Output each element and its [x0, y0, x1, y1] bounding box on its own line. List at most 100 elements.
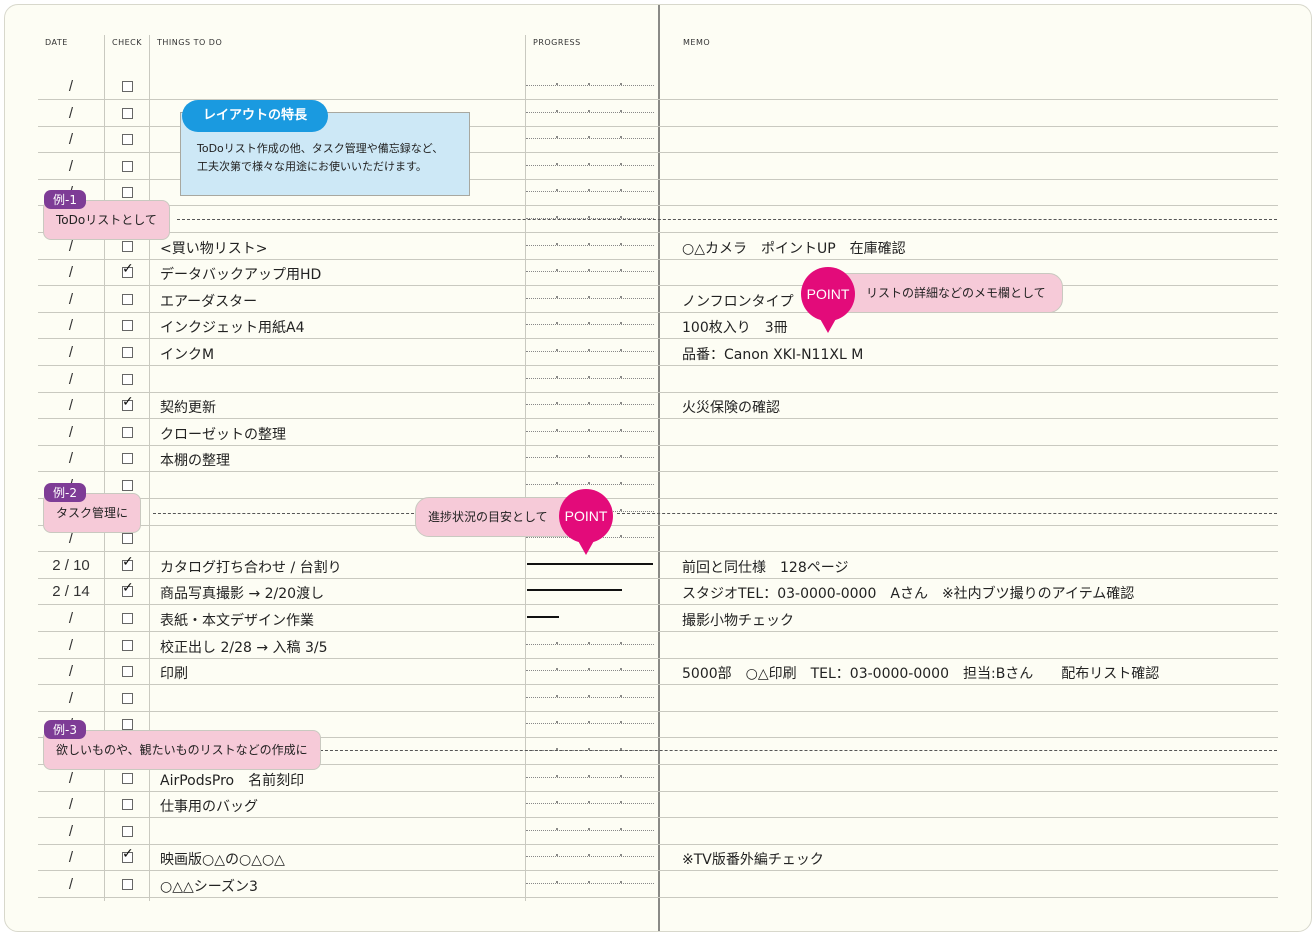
progress-track[interactable]	[526, 189, 654, 193]
row-task[interactable]: インクM	[160, 344, 214, 364]
row-date[interactable]: /	[38, 424, 104, 441]
row-checkbox[interactable]	[122, 480, 133, 491]
row-task[interactable]: カタログ打ち合わせ / 台割り	[160, 557, 342, 577]
progress-track[interactable]	[526, 322, 654, 326]
row-date[interactable]: /	[38, 397, 104, 414]
row-checkbox[interactable]	[122, 187, 133, 199]
row-checkbox[interactable]: ✓	[122, 262, 134, 279]
row-checkbox[interactable]	[122, 373, 133, 385]
progress-bar[interactable]	[527, 589, 622, 592]
row-checkbox[interactable]	[122, 293, 133, 305]
progress-track[interactable]	[526, 774, 654, 779]
row-checkbox[interactable]	[122, 692, 133, 704]
row-checkbox[interactable]	[122, 825, 133, 837]
row-checkbox[interactable]	[122, 613, 133, 624]
row-date[interactable]: /	[38, 238, 104, 255]
progress-track[interactable]	[526, 801, 654, 805]
row-memo[interactable]: 5000部 ○△印刷 TEL：03-0000-0000 担当:Bさん 配布リスト…	[682, 663, 1159, 683]
row-checkbox[interactable]	[122, 453, 133, 465]
row-date[interactable]: /	[38, 344, 104, 361]
row-checkbox[interactable]	[122, 666, 133, 678]
row-memo[interactable]: 前回と同仕様 128ページ	[682, 557, 848, 577]
progress-track[interactable]	[526, 641, 654, 646]
row-checkbox[interactable]	[122, 772, 133, 784]
row-date[interactable]: /	[38, 823, 104, 840]
progress-track[interactable]	[526, 402, 654, 406]
row-checkbox[interactable]	[122, 320, 133, 332]
row-task[interactable]: 映画版○△の○△○△	[160, 849, 285, 869]
row-date[interactable]: /	[38, 105, 104, 122]
progress-track[interactable]	[526, 854, 654, 858]
progress-track[interactable]	[526, 136, 654, 140]
row-memo[interactable]: 品番：Canon XKI-N11XL M	[682, 344, 863, 364]
row-checkbox[interactable]: ✓	[122, 395, 134, 412]
row-date[interactable]: /	[38, 450, 104, 467]
progress-track[interactable]	[526, 668, 654, 672]
progress-track[interactable]	[526, 109, 654, 114]
row-task[interactable]: クローゼットの整理	[160, 424, 286, 444]
progress-bar[interactable]	[527, 616, 559, 618]
row-date[interactable]: /	[38, 610, 104, 627]
progress-track[interactable]	[526, 269, 654, 273]
progress-track[interactable]	[526, 242, 654, 247]
row-task[interactable]: データバックアップ用HD	[160, 264, 321, 284]
row-task[interactable]: エアーダスター	[160, 291, 257, 311]
progress-track[interactable]	[526, 428, 654, 433]
row-date[interactable]: /	[38, 291, 104, 308]
row-date[interactable]: /	[38, 78, 104, 95]
row-task[interactable]: <買い物リスト>	[160, 238, 267, 258]
row-date[interactable]: /	[38, 264, 104, 281]
row-memo[interactable]: スタジオTEL：03-0000-0000 Aさん ※社内ブツ撮りのアイテム確認	[682, 583, 1134, 603]
row-memo[interactable]: ○△カメラ ポイントUP 在庫確認	[682, 238, 906, 258]
row-memo[interactable]: ノンフロンタイプ	[682, 291, 794, 311]
progress-track[interactable]	[526, 375, 654, 380]
row-checkbox[interactable]	[122, 426, 133, 438]
progress-track[interactable]	[526, 881, 654, 885]
row-checkbox[interactable]	[122, 81, 133, 92]
row-date[interactable]: /	[38, 849, 104, 866]
row-checkbox[interactable]: ✓	[122, 581, 134, 598]
row-date[interactable]: /	[38, 131, 104, 148]
progress-track[interactable]	[526, 295, 654, 300]
row-checkbox[interactable]	[122, 107, 133, 119]
row-date[interactable]: 2 / 10	[38, 557, 104, 574]
row-date[interactable]: /	[38, 158, 104, 175]
progress-bar[interactable]	[527, 562, 653, 565]
row-date[interactable]: /	[38, 637, 104, 654]
row-task[interactable]: 印刷	[160, 663, 188, 683]
row-checkbox[interactable]	[122, 799, 133, 811]
row-task[interactable]: 仕事用のバッグ	[160, 796, 258, 816]
row-task[interactable]: インクジェット用紙A4	[160, 317, 304, 337]
row-checkbox[interactable]: ✓	[122, 847, 134, 864]
row-checkbox[interactable]	[122, 240, 133, 252]
row-memo[interactable]: ※TV版番外編チェック	[682, 849, 824, 869]
row-checkbox[interactable]	[122, 639, 133, 651]
row-date[interactable]: /	[38, 770, 104, 787]
row-checkbox[interactable]	[122, 879, 133, 890]
progress-track[interactable]	[526, 721, 654, 725]
row-checkbox[interactable]	[122, 719, 133, 731]
row-task[interactable]: AirPodsPro 名前刻印	[160, 770, 304, 790]
row-date[interactable]: /	[38, 690, 104, 707]
row-memo[interactable]: 100枚入り 3冊	[682, 317, 788, 337]
row-checkbox[interactable]: ✓	[122, 555, 134, 571]
row-task[interactable]: ○△△シーズン3	[160, 876, 258, 896]
row-task[interactable]: 表紙・本文デザイン作業	[160, 610, 314, 630]
row-date[interactable]: /	[38, 663, 104, 680]
row-date[interactable]: /	[38, 371, 104, 388]
row-memo[interactable]: 撮影小物チェック	[682, 610, 794, 630]
row-task[interactable]: 契約更新	[160, 397, 216, 417]
row-date[interactable]: /	[38, 876, 104, 893]
row-checkbox[interactable]	[122, 134, 133, 146]
progress-track[interactable]	[526, 455, 654, 459]
row-task[interactable]: 本棚の整理	[160, 450, 230, 470]
row-checkbox[interactable]	[122, 347, 133, 358]
progress-track[interactable]	[526, 827, 654, 832]
progress-track[interactable]	[526, 83, 654, 87]
progress-track[interactable]	[526, 694, 654, 699]
row-date[interactable]: /	[38, 317, 104, 334]
row-memo[interactable]: 火災保険の確認	[682, 397, 780, 417]
row-date[interactable]: 2 / 14	[38, 583, 104, 600]
progress-track[interactable]	[526, 349, 654, 353]
row-task[interactable]: 校正出し 2/28 → 入稿 3/5	[160, 637, 328, 657]
